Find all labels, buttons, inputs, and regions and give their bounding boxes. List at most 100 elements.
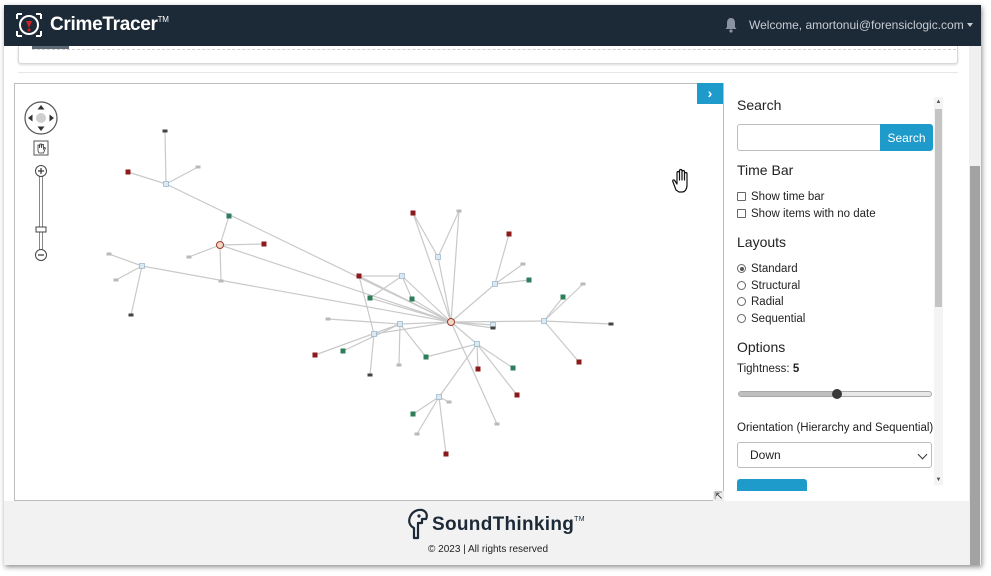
zoom-out-icon[interactable]	[35, 249, 47, 261]
link-chart-node[interactable]	[226, 213, 232, 219]
link-chart-node[interactable]	[414, 432, 420, 436]
hand-tool-icon[interactable]	[33, 140, 49, 156]
link-chart-node[interactable]	[580, 282, 586, 286]
link-chart-node[interactable]	[356, 273, 362, 279]
show-time-bar-checkbox[interactable]	[737, 192, 746, 201]
link-chart-node[interactable]	[443, 451, 449, 457]
layout-radio-structural[interactable]	[737, 281, 746, 290]
show-no-date-label: Show items with no date	[751, 208, 876, 220]
link-chart-node[interactable]	[492, 281, 498, 287]
link-chart-node[interactable]	[436, 394, 442, 400]
link-chart-node[interactable]	[490, 326, 496, 330]
link-chart-node[interactable]	[514, 392, 520, 398]
link-chart-node[interactable]	[367, 373, 373, 377]
layout-option-standard[interactable]: Standard	[737, 262, 798, 276]
link-chart-node[interactable]	[506, 231, 512, 237]
tightness-label: Tightness:	[737, 363, 790, 375]
options-heading: Options	[737, 339, 786, 355]
link-chart-edge	[450, 210, 460, 323]
layout-option-radial[interactable]: Radial	[737, 295, 784, 309]
link-chart-edge	[342, 323, 401, 352]
link-chart-node[interactable]	[396, 363, 402, 367]
orientation-label: Orientation (Hierarchy and Sequential)	[737, 422, 934, 434]
link-chart-node[interactable]	[399, 273, 405, 279]
link-chart-node[interactable]	[163, 181, 169, 187]
link-chart-node[interactable]	[423, 354, 429, 360]
link-chart-node[interactable]	[526, 277, 532, 283]
scroll-up-arrow-icon[interactable]: ▲	[934, 98, 943, 106]
link-chart-node[interactable]	[128, 313, 134, 317]
link-chart-edge	[188, 244, 221, 258]
link-chart-node[interactable]	[371, 331, 377, 337]
show-no-date-option[interactable]: Show items with no date	[737, 207, 876, 221]
link-chart-node[interactable]	[435, 254, 441, 260]
link-chart-node[interactable]	[608, 322, 614, 326]
user-menu[interactable]: Welcome, amortonui@forensiclogic.com	[749, 18, 973, 32]
app-window: CrimeTracerTM Welcome, amortonui@forensi…	[4, 5, 981, 565]
link-chart-node[interactable]	[510, 365, 516, 371]
link-chart-node[interactable]	[139, 263, 145, 269]
layout-radio-sequential[interactable]	[737, 314, 746, 323]
link-chart-node[interactable]	[560, 294, 566, 300]
zoom-in-icon[interactable]	[35, 165, 47, 177]
tightness-slider-handle[interactable]	[832, 389, 842, 399]
scroll-down-arrow-icon[interactable]: ▼	[934, 476, 943, 484]
orientation-selected-value: Down	[750, 448, 781, 462]
link-chart-node[interactable]	[456, 209, 462, 213]
link-chart-edge	[219, 243, 265, 246]
link-chart-node[interactable]	[475, 366, 481, 372]
link-chart-node[interactable]	[397, 321, 403, 327]
search-button[interactable]: Search	[880, 124, 933, 151]
link-chart-node[interactable]	[125, 169, 131, 175]
show-time-bar-option[interactable]: Show time bar	[737, 190, 825, 204]
layout-radio-standard[interactable]	[737, 264, 746, 273]
link-chart-node[interactable]	[447, 318, 455, 326]
link-chart-node[interactable]	[410, 411, 416, 417]
link-chart-node[interactable]	[446, 400, 452, 404]
link-chart-node[interactable]	[218, 279, 224, 283]
link-chart-node[interactable]	[409, 296, 415, 302]
layout-option-sequential[interactable]: Sequential	[737, 312, 805, 326]
footer-copyright: © 2023 | All rights reserved	[428, 544, 549, 555]
app-brand[interactable]: CrimeTracerTM	[50, 14, 169, 36]
panel-scrollbar-thumb[interactable]	[935, 109, 942, 307]
link-chart-node[interactable]	[261, 241, 267, 247]
link-chart-edge	[399, 323, 427, 358]
layout-label-sequential: Sequential	[751, 313, 806, 325]
link-chart-node[interactable]	[410, 210, 416, 216]
link-chart-node[interactable]	[106, 252, 112, 256]
layout-option-structural[interactable]: Structural	[737, 279, 800, 293]
search-heading: Search	[737, 97, 782, 113]
link-chart-canvas[interactable]	[14, 83, 724, 501]
panel-toggle-button[interactable]: ›	[697, 83, 723, 104]
page-scrollbar-thumb[interactable]	[970, 166, 980, 565]
link-chart-node[interactable]	[520, 262, 526, 266]
link-chart-node[interactable]	[576, 359, 582, 365]
bell-icon[interactable]	[724, 17, 738, 33]
show-no-date-checkbox[interactable]	[737, 209, 746, 218]
apply-button[interactable]	[737, 479, 807, 491]
link-chart-node[interactable]	[312, 352, 318, 358]
link-chart-node[interactable]	[325, 317, 331, 321]
layout-radio-radial[interactable]	[737, 297, 746, 306]
link-chart-node[interactable]	[216, 241, 224, 249]
link-chart-svg[interactable]	[15, 84, 724, 501]
orientation-select[interactable]: Down	[737, 442, 932, 468]
link-chart-node[interactable]	[474, 341, 480, 347]
link-chart-node[interactable]	[195, 165, 201, 169]
zoom-slider[interactable]	[35, 176, 47, 250]
link-chart-node[interactable]	[541, 318, 547, 324]
tightness-value: 5	[792, 363, 800, 375]
search-input[interactable]	[737, 124, 881, 151]
link-chart-edge	[219, 215, 230, 246]
link-chart-node[interactable]	[113, 278, 119, 282]
link-chart-edge	[401, 275, 413, 300]
link-chart-node[interactable]	[162, 129, 168, 133]
pan-compass-icon[interactable]	[24, 101, 58, 135]
link-chart-node[interactable]	[367, 295, 373, 301]
time-bar-heading: Time Bar	[737, 162, 794, 178]
link-chart-node[interactable]	[186, 255, 192, 259]
link-chart-node[interactable]	[340, 348, 346, 354]
link-chart-node[interactable]	[494, 422, 500, 426]
link-chart-edge	[314, 323, 401, 356]
